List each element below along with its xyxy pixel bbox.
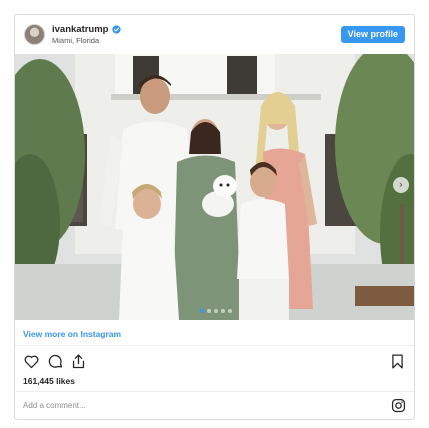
carousel-dot[interactable] bbox=[199, 309, 204, 313]
divider bbox=[15, 345, 414, 346]
location[interactable]: Miami, Florida bbox=[52, 36, 99, 45]
username[interactable]: ivankatrump bbox=[52, 24, 109, 35]
view-more-link[interactable]: View more on Instagram bbox=[23, 329, 121, 339]
family-photo-image bbox=[15, 54, 414, 320]
carousel-dot[interactable] bbox=[206, 309, 211, 313]
carousel-dot[interactable] bbox=[227, 309, 232, 313]
comment-input[interactable]: Add a comment... bbox=[23, 401, 86, 410]
post-header: ivankatrump Miami, Florida View profile bbox=[15, 15, 414, 53]
username-row[interactable]: ivankatrump bbox=[52, 24, 121, 35]
post-photo[interactable]: › bbox=[15, 54, 414, 320]
heart-icon[interactable] bbox=[23, 353, 40, 370]
instagram-icon[interactable] bbox=[391, 398, 406, 413]
avatar[interactable] bbox=[24, 24, 45, 45]
bookmark-icon[interactable] bbox=[389, 353, 406, 370]
share-icon[interactable] bbox=[70, 353, 87, 370]
view-profile-button[interactable]: View profile bbox=[340, 26, 405, 43]
action-bar bbox=[15, 351, 414, 373]
divider bbox=[15, 391, 414, 392]
likes-count[interactable]: 161,445 likes bbox=[23, 376, 75, 386]
comment-icon[interactable] bbox=[47, 353, 64, 370]
verified-badge-icon bbox=[111, 25, 121, 34]
carousel-dot[interactable] bbox=[220, 309, 225, 313]
instagram-embed: ivankatrump Miami, Florida View profile bbox=[14, 14, 415, 420]
carousel-dots bbox=[15, 309, 414, 313]
carousel-dot[interactable] bbox=[213, 309, 218, 313]
next-arrow-icon[interactable]: › bbox=[393, 177, 409, 193]
